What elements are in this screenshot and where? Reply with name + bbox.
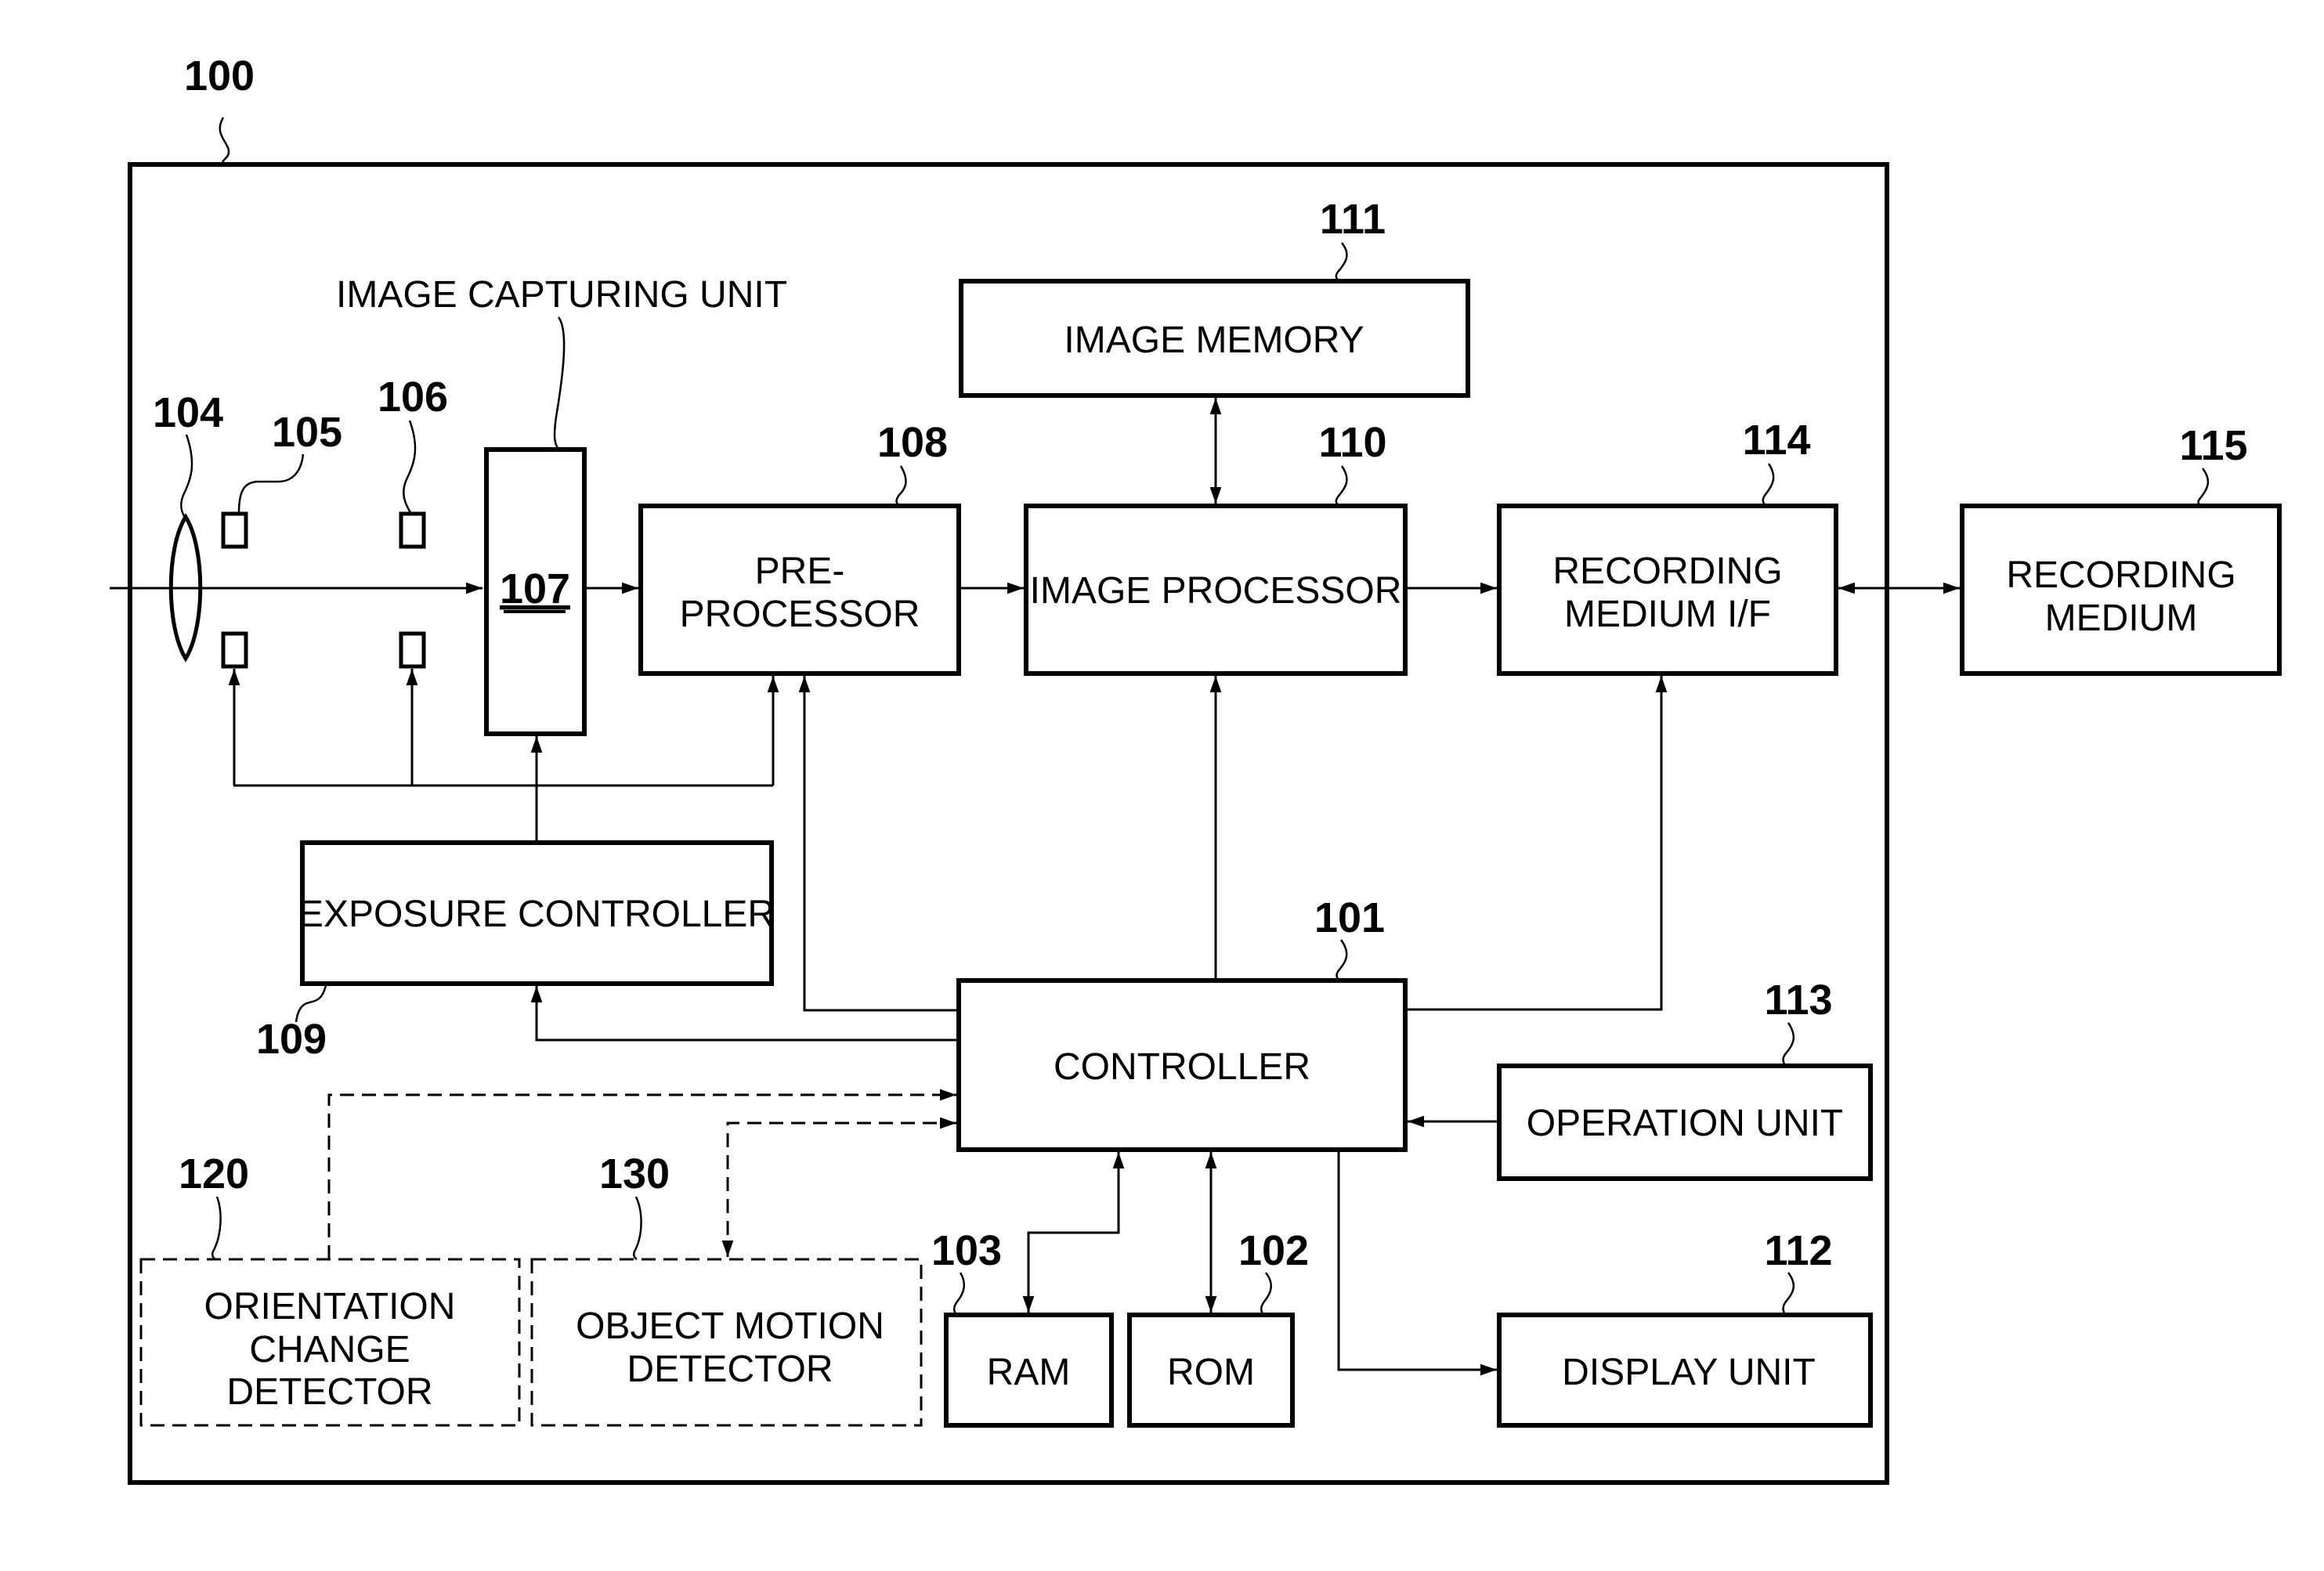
image-memory-label: IMAGE MEMORY: [1064, 320, 1364, 361]
ref-130: 130: [599, 1150, 670, 1197]
ref-104: 104: [153, 389, 223, 436]
pre-processor-label-1: PRE-: [755, 551, 845, 592]
aperture-105-bottom: [221, 631, 248, 669]
leader-100: [219, 117, 230, 167]
display-unit-label: DISPLAY UNIT: [1562, 1352, 1816, 1393]
orientation-label-2: CHANGE: [249, 1329, 410, 1371]
recording-if-label-1: RECORDING: [1552, 551, 1782, 592]
exposure-controller-label: EXPOSURE CONTROLLER: [298, 894, 775, 935]
ref-105: 105: [272, 409, 342, 456]
ref-108: 108: [877, 419, 948, 466]
ref-113: 113: [1764, 977, 1832, 1024]
ref-111: 111: [1320, 196, 1386, 243]
ref-106: 106: [378, 374, 448, 421]
object-motion-label-2: DETECTOR: [627, 1349, 833, 1390]
recording-medium-label-2: MEDIUM: [2045, 598, 2198, 639]
controller-label: CONTROLLER: [1054, 1046, 1310, 1088]
recording-if-label-2: MEDIUM I/F: [1564, 594, 1771, 635]
object-motion-label-1: OBJECT MOTION: [576, 1306, 884, 1347]
ref-107: 107: [500, 565, 570, 612]
image-capturing-unit-label: IMAGE CAPTURING UNIT: [336, 274, 787, 316]
ref-101: 101: [1314, 894, 1385, 941]
ref-102: 102: [1238, 1227, 1309, 1274]
orientation-label-1: ORIENTATION: [204, 1286, 456, 1327]
leader-115: [2197, 468, 2210, 507]
orientation-label-3: DETECTOR: [226, 1371, 432, 1413]
pre-processor-label-2: PROCESSOR: [680, 594, 920, 635]
ref-109: 109: [256, 1016, 327, 1063]
aperture-106-top: [399, 511, 426, 549]
ref-112: 112: [1764, 1227, 1832, 1274]
aperture-105-top: [221, 511, 248, 549]
ref-115: 115: [2179, 422, 2247, 469]
ref-103: 103: [931, 1227, 1002, 1274]
ref-120: 120: [179, 1150, 249, 1197]
rom-label: ROM: [1167, 1352, 1255, 1393]
ram-label: RAM: [987, 1352, 1071, 1393]
ref-114: 114: [1742, 417, 1810, 464]
aperture-106-bottom: [399, 631, 426, 669]
block-diagram: 100 104 105 106 IMAGE CAPTURING UNIT 107…: [110, 52, 2282, 1485]
ref-100: 100: [184, 52, 255, 99]
ref-110: 110: [1318, 419, 1386, 466]
operation-unit-label: OPERATION UNIT: [1527, 1103, 1843, 1144]
recording-medium-label-1: RECORDING: [2006, 554, 2235, 596]
image-processor-label: IMAGE PROCESSOR: [1030, 570, 1402, 612]
